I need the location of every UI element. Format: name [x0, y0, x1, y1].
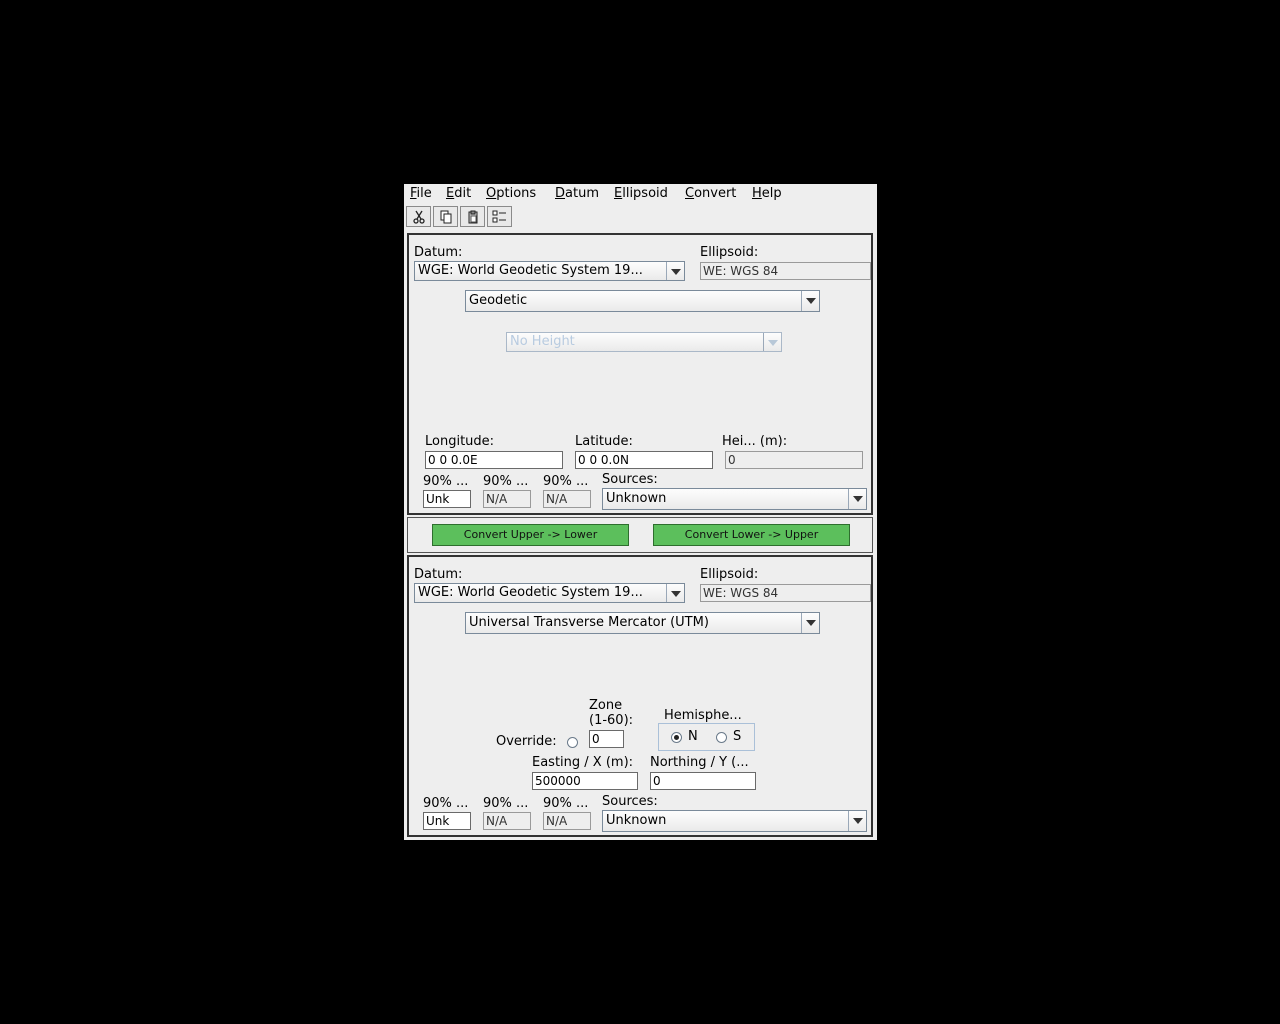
menu-convert[interactable]: Convert	[685, 186, 736, 201]
upper-ellipsoid-field: WE: WGS 84	[700, 262, 871, 280]
lower-datum-select[interactable]: WGE: World Geodetic System 19...	[414, 583, 685, 603]
chevron-down-icon	[848, 811, 866, 831]
convert-upper-to-lower-button[interactable]: Convert Upper -> Lower	[432, 524, 629, 546]
upper-datum-label: Datum:	[414, 245, 463, 260]
height-label: Hei... (m):	[722, 434, 788, 449]
latitude-label: Latitude:	[575, 434, 633, 449]
lower-accuracy-2-input: N/A	[483, 812, 531, 830]
lower-accuracy-3-label: 90% ...	[543, 796, 589, 811]
upper-accuracy-2-input: N/A	[483, 490, 531, 508]
lower-accuracy-2-label: 90% ...	[483, 796, 529, 811]
override-radio[interactable]	[567, 737, 578, 748]
upper-datum-select[interactable]: WGE: World Geodetic System 19...	[414, 261, 685, 281]
upper-accuracy-3-input: N/A	[543, 490, 591, 508]
hemisphere-s-radio[interactable]	[716, 732, 727, 743]
menu-help[interactable]: Help	[752, 186, 782, 201]
height-input: 0	[725, 451, 863, 469]
hemisphere-n-radio[interactable]	[671, 732, 682, 743]
upper-accuracy-2-label: 90% ...	[483, 474, 529, 489]
zone-label: Zone	[589, 698, 623, 713]
upper-sources-select[interactable]: Unknown	[602, 488, 867, 510]
lower-coord-type-select[interactable]: Universal Transverse Mercator (UTM)	[465, 612, 820, 634]
convert-panel: Convert Upper -> Lower Convert Lower -> …	[407, 517, 873, 553]
cut-button[interactable]	[406, 206, 431, 227]
menu-bar: File Edit Options Datum Ellipsoid Conver…	[404, 184, 877, 205]
lower-sources-label: Sources:	[602, 794, 658, 809]
menu-edit[interactable]: Edit	[446, 186, 471, 201]
latitude-input[interactable]: 0 0 0.0N	[575, 451, 713, 469]
upper-accuracy-1-label: 90% ...	[423, 474, 469, 489]
zone-range-label: (1-60):	[589, 713, 634, 728]
zone-input[interactable]: 0	[589, 730, 624, 748]
toolbar	[404, 205, 877, 231]
lower-datum-label: Datum:	[414, 567, 463, 582]
convert-lower-to-upper-button[interactable]: Convert Lower -> Upper	[653, 524, 850, 546]
chevron-down-icon	[666, 262, 684, 280]
northing-input[interactable]: 0	[650, 772, 756, 790]
chevron-down-icon	[848, 489, 866, 509]
lower-accuracy-3-input: N/A	[543, 812, 591, 830]
menu-ellipsoid[interactable]: Ellipsoid	[614, 186, 668, 201]
menu-options[interactable]: Options	[486, 186, 536, 201]
hemisphere-s-label: S	[733, 729, 742, 744]
chevron-down-icon	[666, 584, 684, 602]
lower-accuracy-1-label: 90% ...	[423, 796, 469, 811]
easting-input[interactable]: 500000	[532, 772, 638, 790]
upper-height-type-select: No Height	[506, 332, 782, 352]
properties-icon	[492, 210, 506, 223]
easting-label: Easting / X (m):	[532, 755, 634, 770]
hemisphere-group: N S	[658, 723, 755, 751]
lower-ellipsoid-field: WE: WGS 84	[700, 584, 871, 602]
lower-sources-select[interactable]: Unknown	[602, 810, 867, 832]
lower-accuracy-1-input[interactable]: Unk	[423, 812, 471, 830]
properties-button[interactable]	[487, 206, 512, 227]
copy-button[interactable]	[433, 206, 458, 227]
upper-accuracy-1-input[interactable]: Unk	[423, 490, 471, 508]
upper-ellipsoid-label: Ellipsoid:	[700, 245, 759, 260]
upper-sources-label: Sources:	[602, 472, 658, 487]
upper-coord-type-select[interactable]: Geodetic	[465, 290, 820, 312]
chevron-down-icon	[801, 613, 819, 633]
paste-icon	[468, 210, 477, 224]
paste-button[interactable]	[460, 206, 485, 227]
hemisphere-label: Hemisphe...	[664, 708, 742, 723]
menu-file[interactable]: File	[410, 186, 432, 201]
chevron-down-icon	[801, 291, 819, 311]
cut-icon	[412, 210, 425, 224]
override-label: Override:	[496, 734, 557, 749]
lower-panel: Datum: WGE: World Geodetic System 19... …	[407, 555, 873, 837]
hemisphere-n-label: N	[688, 729, 698, 744]
northing-label: Northing / Y (...	[650, 755, 749, 770]
copy-icon	[440, 210, 451, 224]
geotrans-window: File Edit Options Datum Ellipsoid Conver…	[404, 184, 877, 840]
menu-datum[interactable]: Datum	[555, 186, 599, 201]
upper-accuracy-3-label: 90% ...	[543, 474, 589, 489]
lower-ellipsoid-label: Ellipsoid:	[700, 567, 759, 582]
upper-panel: Datum: WGE: World Geodetic System 19... …	[407, 233, 873, 515]
longitude-input[interactable]: 0 0 0.0E	[425, 451, 563, 469]
longitude-label: Longitude:	[425, 434, 495, 449]
chevron-down-icon	[763, 333, 781, 351]
